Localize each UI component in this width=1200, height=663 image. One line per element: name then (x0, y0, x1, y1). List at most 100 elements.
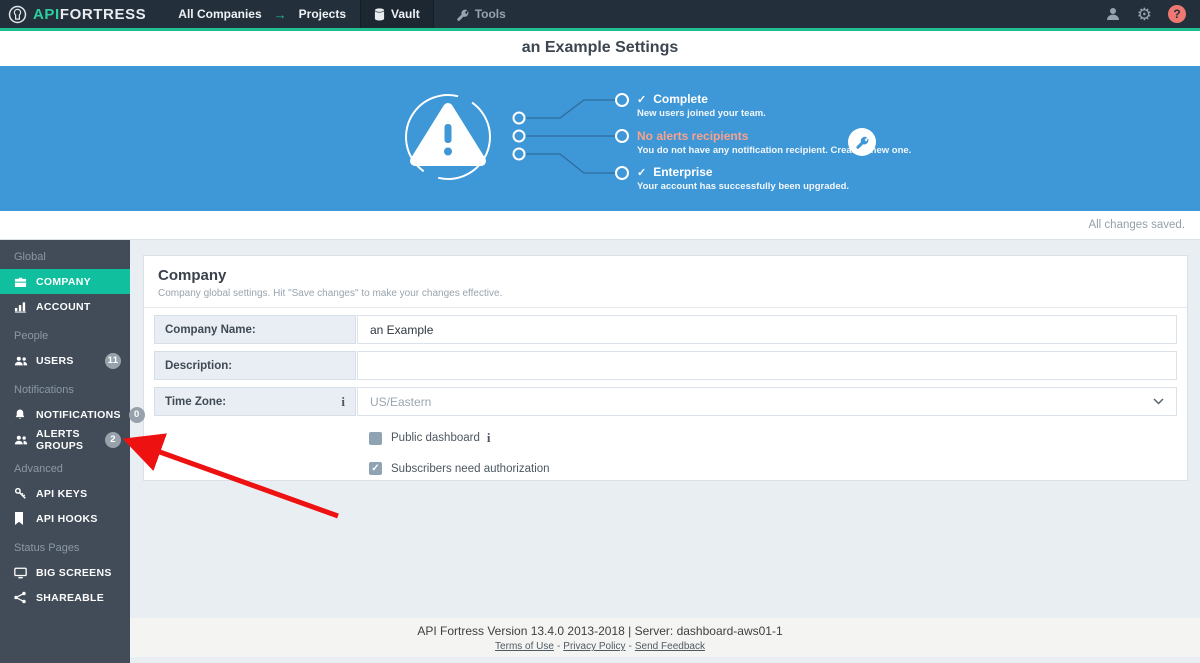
footer-version: API Fortress Version 13.4.0 2013-2018 | … (417, 624, 783, 638)
apifortress-logo-icon (8, 5, 27, 23)
public-dashboard-checkbox[interactable] (369, 431, 382, 445)
breadcrumb-arrow-icon: → (273, 6, 287, 22)
checklist-item-enterprise: ✓ Enterprise Your account has successful… (637, 165, 849, 192)
sidebar-item-shareable[interactable]: SHAREABLE (0, 585, 130, 610)
checklist-title-warning: No alerts recipients (637, 129, 749, 143)
field-label-text: Description: (165, 359, 233, 372)
sidebar-item-label: API KEYS (36, 487, 88, 500)
key-icon (14, 487, 28, 500)
sidebar-item-label: BIG SCREENS (36, 566, 112, 579)
card-title: Company (158, 267, 227, 284)
users-count-badge: 11 (105, 352, 121, 369)
sidebar-item-label: ACCOUNT (36, 300, 91, 313)
bar-chart-icon (14, 300, 28, 313)
nav-tools-label: Tools (474, 7, 506, 21)
checklist-item-complete: ✓ Complete New users joined your team. (637, 92, 766, 119)
fix-alerts-button[interactable] (848, 128, 876, 156)
info-icon[interactable]: i (487, 430, 491, 446)
sidebar-section-status-pages: Status Pages (14, 542, 80, 554)
field-label-text: Company Name: (165, 323, 256, 336)
brand-fortress: FORTRESS (59, 5, 147, 23)
chevron-down-icon (1153, 398, 1164, 405)
public-dashboard-label: Public dashboard i (391, 430, 491, 446)
notifications-count-badge: 0 (128, 406, 145, 423)
brand-logo[interactable]: APIFORTRESS (0, 5, 146, 24)
help-icon[interactable]: ? (1168, 5, 1186, 23)
card-subtitle: Company global settings. Hit "Save chang… (158, 288, 503, 299)
field-label-text: Time Zone: (165, 395, 227, 408)
description-label: Description: (154, 351, 356, 380)
check-icon: ✓ (637, 93, 647, 106)
connector-lines (526, 99, 615, 174)
sidebar-section-people: People (14, 330, 49, 342)
subscribers-authorization-checkbox[interactable]: ✓ (369, 462, 382, 475)
company-settings-card: Company Company global settings. Hit "Sa… (143, 255, 1188, 481)
nav-vault[interactable]: Vault (360, 0, 434, 28)
sidebar-item-label: ALERTS GROUPS (36, 427, 84, 452)
sidebar-section-advanced: Advanced (14, 463, 63, 475)
top-navbar: APIFORTRESS All Companies → Projects Vau… (0, 0, 1200, 28)
brand-api: API (33, 5, 60, 23)
footer-link-feedback[interactable]: Send Feedback (635, 641, 705, 652)
checklist-desc: New users joined your team. (637, 108, 766, 119)
wrench-icon (856, 136, 869, 149)
share-icon (14, 591, 28, 604)
company-name-input[interactable] (357, 315, 1177, 344)
wrench-icon (456, 9, 469, 21)
bell-icon (14, 408, 28, 421)
sidebar-item-big-screens[interactable]: BIG SCREENS (0, 560, 130, 585)
briefcase-icon (14, 275, 28, 288)
checklist-title: Complete (653, 92, 708, 106)
checklist-desc: Your account has successfully been upgra… (637, 181, 850, 192)
sidebar-item-api-hooks[interactable]: API HOOKS (0, 506, 130, 531)
status-diagram (405, 93, 629, 180)
page-title: an Example Settings (0, 31, 1200, 66)
footer-separator: - (628, 641, 632, 652)
check-icon: ✓ (637, 166, 647, 179)
checklist-title: Enterprise (653, 165, 713, 179)
status-banner: ✓ Complete New users joined your team. N… (0, 66, 1200, 211)
sidebar-item-label: COMPANY (36, 275, 91, 288)
footer-separator: - (556, 641, 561, 652)
checkbox-label-text: Public dashboard (391, 432, 480, 444)
sidebar-item-company[interactable]: COMPANY (0, 269, 130, 294)
sidebar-section-notifications: Notifications (14, 384, 74, 396)
sidebar-item-alerts-groups[interactable]: ALERTS GROUPS 2 (0, 427, 130, 452)
company-name-label: Company Name: (154, 315, 356, 344)
timezone-label: Time Zone: i (154, 387, 356, 416)
sidebar-section-global: Global (14, 251, 46, 263)
save-status: All changes saved. (0, 211, 1200, 240)
sidebar-item-label: NOTIFICATIONS (36, 408, 121, 421)
content-area: Global COMPANY ACCOUNT People USERS 11 N… (0, 240, 1200, 663)
sidebar-item-label: USERS (36, 354, 74, 367)
sidebar-item-label: SHAREABLE (36, 591, 105, 604)
sidebar-item-users[interactable]: USERS 11 (0, 348, 130, 373)
monitor-icon (14, 566, 28, 579)
database-icon (374, 7, 385, 20)
footer-link-privacy[interactable]: Privacy Policy (563, 641, 625, 652)
alerts-groups-count-badge: 2 (105, 431, 121, 448)
brand-text: APIFORTRESS (33, 6, 146, 23)
info-icon[interactable]: i (341, 394, 345, 410)
users-icon (14, 354, 28, 367)
page-footer: API Fortress Version 13.4.0 2013-2018 | … (0, 618, 1200, 657)
settings-gear-icon[interactable]: ⚙ (1137, 6, 1152, 23)
sidebar-item-api-keys[interactable]: API KEYS (0, 481, 130, 506)
nav-tools[interactable]: Tools (456, 7, 506, 21)
sidebar-item-account[interactable]: ACCOUNT (0, 294, 130, 319)
users-icon (14, 433, 28, 446)
settings-sidebar: Global COMPANY ACCOUNT People USERS 11 N… (0, 240, 145, 663)
bookmark-icon (14, 512, 28, 525)
user-profile-icon[interactable] (1105, 6, 1121, 22)
sidebar-item-label: API HOOKS (36, 512, 98, 525)
checkbox-label-text: Subscribers need authorization (391, 462, 550, 475)
nav-projects[interactable]: Projects (299, 7, 346, 21)
timezone-select[interactable]: US/Eastern (357, 387, 1177, 416)
nav-all-companies[interactable]: All Companies (178, 7, 261, 21)
sidebar-item-notifications[interactable]: NOTIFICATIONS 0 (0, 402, 145, 427)
description-input[interactable] (357, 351, 1177, 380)
nav-vault-label: Vault (391, 7, 420, 21)
subscribers-authorization-label: Subscribers need authorization (391, 463, 550, 475)
timezone-selected-value: US/Eastern (370, 394, 432, 409)
footer-link-terms[interactable]: Terms of Use (495, 641, 554, 652)
